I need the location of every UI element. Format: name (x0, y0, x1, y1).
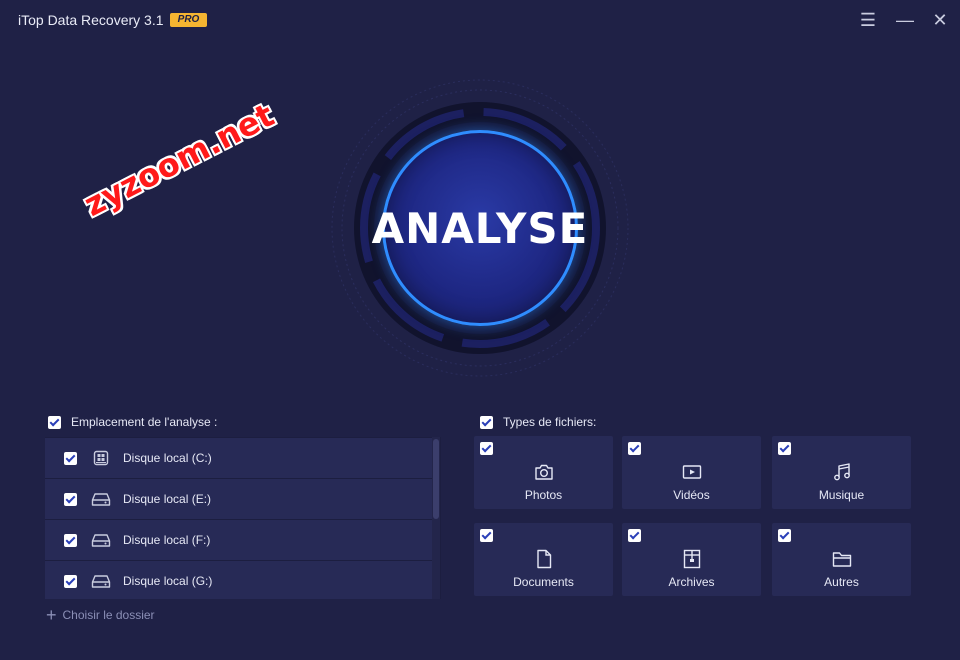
title-bar: iTop Data Recovery 3.1 PRO ☰ — ✕ (0, 0, 960, 40)
plus-icon: + (46, 605, 57, 625)
hard-drive-icon (91, 534, 111, 547)
tile-checkbox[interactable] (480, 442, 493, 455)
close-button[interactable]: ✕ (930, 10, 950, 30)
file-types-checkbox[interactable] (480, 415, 493, 429)
drive-checkbox[interactable] (64, 492, 77, 506)
tile-videos[interactable]: Vidéos (622, 436, 761, 509)
file-types-header: Types de fichiers: (480, 414, 596, 430)
tile-others[interactable]: Autres (772, 523, 911, 596)
app-title: iTop Data Recovery 3.1 (18, 12, 164, 28)
location-header: Emplacement de l'analyse : (48, 414, 217, 430)
windows-drive-icon (93, 450, 109, 466)
watermark-text: zyzoom.net (78, 95, 281, 224)
archive-icon (683, 549, 701, 569)
drive-row-c[interactable]: Disque local (C:) (45, 438, 432, 478)
drive-row-g[interactable]: Disque local (G:) (45, 561, 432, 599)
folder-icon (832, 552, 852, 567)
tile-checkbox[interactable] (778, 442, 791, 455)
camera-icon (535, 464, 553, 480)
tile-photos[interactable]: Photos (474, 436, 613, 509)
tile-music[interactable]: Musique (772, 436, 911, 509)
drive-row-f[interactable]: Disque local (F:) (45, 520, 432, 560)
tile-label: Documents (513, 575, 574, 589)
choose-folder-label: Choisir le dossier (62, 608, 155, 622)
choose-folder-button[interactable]: + Choisir le dossier (46, 606, 155, 624)
tile-label: Photos (524, 488, 563, 502)
tile-label: Archives (668, 575, 715, 589)
drive-checkbox[interactable] (64, 533, 77, 547)
tile-archives[interactable]: Archives (622, 523, 761, 596)
tile-checkbox[interactable] (628, 529, 641, 542)
drive-checkbox[interactable] (64, 574, 77, 588)
file-types-header-label: Types de fichiers: (503, 415, 597, 429)
tile-checkbox[interactable] (778, 529, 791, 542)
location-header-label: Emplacement de l'analyse : (71, 415, 218, 429)
tile-label: Musique (818, 488, 865, 502)
drive-label: Disque local (E:) (123, 492, 212, 506)
drive-label: Disque local (C:) (123, 451, 212, 465)
drive-row-e[interactable]: Disque local (E:) (45, 479, 432, 519)
drive-list: Disque local (C:) Disque local (E:) Disq… (45, 437, 441, 599)
analyse-label: ANALYSE (371, 203, 589, 253)
document-icon (537, 549, 552, 569)
music-icon (834, 463, 850, 481)
drive-list-scrollbar[interactable] (432, 437, 440, 599)
tile-checkbox[interactable] (628, 442, 641, 455)
hard-drive-icon (91, 493, 111, 506)
analyse-button[interactable]: ANALYSE (371, 130, 589, 326)
menu-button[interactable]: ☰ (858, 10, 878, 30)
video-icon (682, 465, 702, 479)
analyse-button-container: ANALYSE (330, 78, 630, 378)
location-checkbox[interactable] (48, 415, 61, 429)
scrollbar-thumb[interactable] (433, 439, 439, 519)
minimize-button[interactable]: — (895, 10, 915, 30)
drive-label: Disque local (F:) (123, 533, 211, 547)
hard-drive-icon (91, 575, 111, 588)
tile-label: Vidéos (673, 488, 710, 502)
drive-label: Disque local (G:) (123, 574, 213, 588)
tile-checkbox[interactable] (480, 529, 493, 542)
pro-badge: PRO (170, 13, 207, 27)
drive-checkbox[interactable] (64, 451, 77, 465)
tile-label: Autres (824, 575, 859, 589)
tile-documents[interactable]: Documents (474, 523, 613, 596)
